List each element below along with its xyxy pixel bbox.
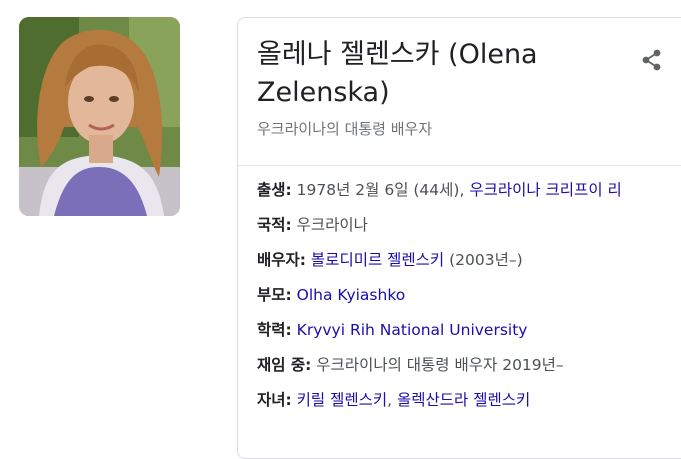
fact-spouse: 배우자: 볼로디미르 젤렌스키 (2003년–)	[257, 246, 681, 281]
fact-birth: 출생: 1978년 2월 6일 (44세), 우크라이나 크리프이 리	[257, 176, 681, 211]
share-button[interactable]	[636, 44, 668, 76]
fact-nationality: 국적: 우크라이나	[257, 211, 681, 246]
fact-label: 재임 중:	[257, 356, 312, 374]
fact-label: 학력:	[257, 321, 292, 339]
fact-label: 부모:	[257, 286, 292, 304]
birthplace-link[interactable]: 우크라이나 크리프이 리	[469, 181, 621, 199]
fact-children: 자녀: 키릴 젤렌스키, 올렉산드라 젤렌스키	[257, 386, 681, 421]
panel-title: 올레나 젤렌스카 (Olena Zelenska)	[257, 39, 538, 108]
panel-subtitle: 우크라이나의 대통령 배우자	[257, 120, 433, 138]
share-icon	[642, 49, 661, 71]
divider	[238, 165, 681, 166]
profile-photo[interactable]	[19, 17, 180, 216]
facts-list: 출생: 1978년 2월 6일 (44세), 우크라이나 크리프이 리 국적: …	[257, 176, 681, 421]
child-link-2[interactable]: 올렉산드라 젤렌스키	[397, 391, 530, 409]
person-photo-icon	[19, 17, 180, 216]
knowledge-panel: 올레나 젤렌스카 (Olena Zelenska) 우크라이나의 대통령 배우자…	[237, 17, 681, 459]
fact-label: 국적:	[257, 216, 292, 234]
fact-separator: ,	[387, 391, 398, 409]
child-link-1[interactable]: 키릴 젤렌스키	[297, 391, 388, 409]
fact-parents: 부모: Olha Kyiashko	[257, 281, 681, 316]
fact-value: 우크라이나의 대통령 배우자 2019년–	[311, 356, 564, 374]
fact-education: 학력: Kryvyi Rih National University	[257, 316, 681, 351]
fact-in-office: 재임 중: 우크라이나의 대통령 배우자 2019년–	[257, 351, 681, 386]
education-link[interactable]: Kryvyi Rih National University	[297, 321, 528, 339]
fact-label: 출생:	[257, 181, 292, 199]
fact-value: 우크라이나	[291, 216, 368, 234]
fact-label: 배우자:	[257, 251, 306, 269]
parent-link[interactable]: Olha Kyiashko	[297, 286, 406, 304]
fact-label: 자녀:	[257, 391, 292, 409]
fact-value: (2003년–)	[444, 251, 523, 269]
spouse-link[interactable]: 볼로디미르 젤렌스키	[311, 251, 444, 269]
fact-value: 1978년 2월 6일 (44세),	[291, 181, 470, 199]
